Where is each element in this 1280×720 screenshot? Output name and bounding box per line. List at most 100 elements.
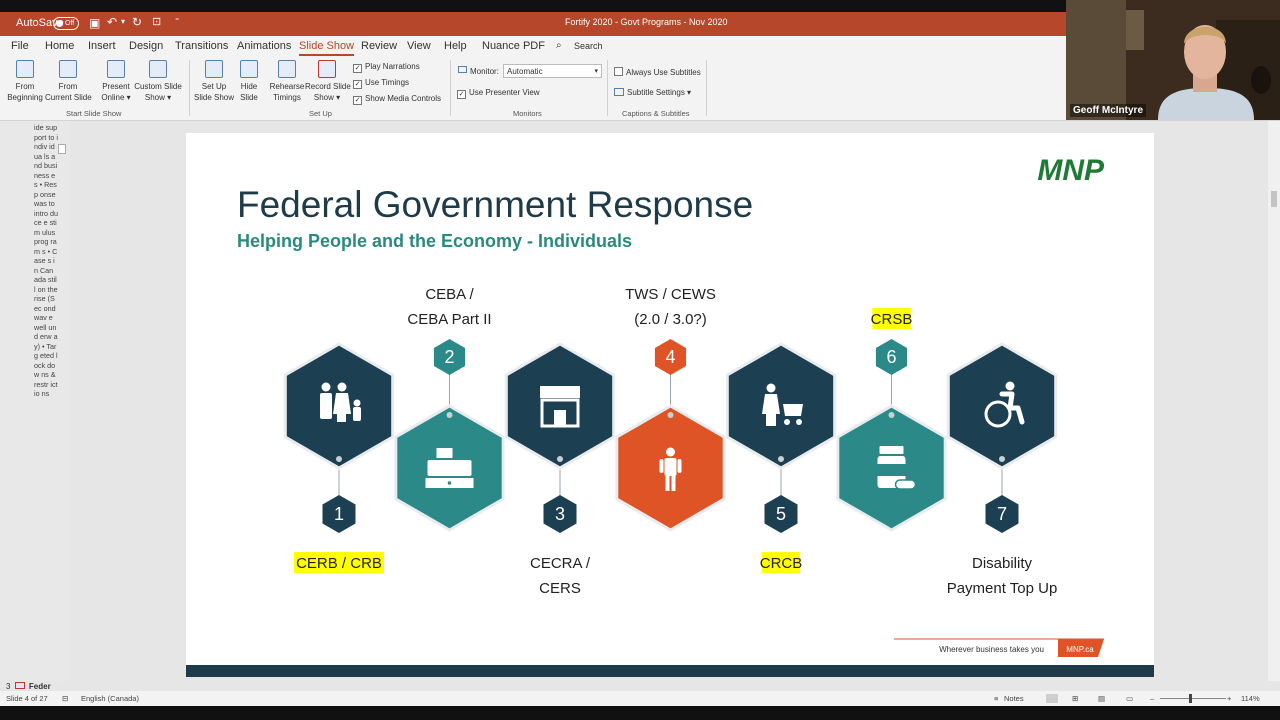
connector-dot [778, 456, 784, 462]
program-items: 1 CERB / CRB 2 CEBA / CEBA Part II 3 CECRA / CE… [283, 286, 1058, 597]
custom-show-line1: Custom Slide [134, 82, 182, 91]
checkbox-checked-icon: ✓ [457, 90, 466, 99]
ribbon-separator [189, 60, 190, 116]
tab-slide-show[interactable]: Slide Show [299, 40, 355, 56]
autosave-toggle[interactable]: Off [53, 17, 79, 30]
language-indicator[interactable]: English (Canada) [81, 694, 139, 703]
number-label-2: 2 [444, 347, 454, 367]
tab-home[interactable]: Home [45, 40, 74, 52]
number-label-3: 3 [555, 504, 565, 524]
subtitle-icon [614, 88, 624, 96]
show-media-label: Show Media Controls [365, 94, 442, 103]
present-online-line2: Online ▾ [101, 93, 131, 102]
program-label-2: CEBA / [425, 286, 474, 303]
program-label-2: CEBA Part II [407, 311, 491, 328]
program-label-7: Disability [972, 555, 1033, 572]
thumbnail-label: Feder [28, 682, 51, 691]
tab-insert[interactable]: Insert [88, 40, 116, 52]
search-box[interactable]: Search [574, 41, 603, 51]
vertical-scrollbar[interactable] [1268, 121, 1280, 681]
program-item-5: 5 CRCB [725, 342, 837, 573]
undo-icon[interactable]: ↶ [107, 15, 117, 29]
use-timings-checkbox[interactable]: ✓ Use Timings [353, 78, 409, 89]
program-item-4: 4 TWS / CEWS (2.0 / 3.0?) [615, 286, 726, 532]
chevron-down-icon: ▾ [594, 68, 598, 75]
number-label-6: 6 [886, 347, 896, 367]
ribbon-separator [450, 60, 451, 116]
notes-button[interactable]: Notes [1004, 694, 1024, 703]
tab-file[interactable]: File [11, 40, 29, 52]
slide-sorter-icon[interactable]: ⊞ [1072, 694, 1078, 703]
always-use-subtitles-checkbox[interactable]: Always Use Subtitles [614, 67, 701, 77]
participant-name: Geoff McIntyre [1070, 104, 1147, 117]
program-label-5: CRCB [760, 555, 803, 572]
record-slide-show-button[interactable]: Record Slide Show ▾ [305, 60, 351, 103]
footer-url: MNP.ca [1066, 645, 1094, 654]
zoom-slider-thumb[interactable] [1189, 694, 1192, 703]
tab-review[interactable]: Review [361, 40, 397, 52]
slide[interactable]: MNP Federal Government Response Helping … [186, 133, 1154, 677]
undo-dropdown-icon[interactable]: ▾ [121, 17, 125, 26]
custom-slide-show-button[interactable]: Custom Slide Show ▾ [134, 60, 182, 103]
outline-scroll-box[interactable] [58, 144, 66, 154]
customize-toolbar-icon[interactable]: ⁼ [175, 16, 179, 25]
save-icon[interactable]: ▣ [89, 16, 100, 30]
tab-animations[interactable]: Animations [237, 40, 291, 52]
search-icon[interactable]: ⌕ [556, 40, 562, 51]
tab-design[interactable]: Design [129, 40, 163, 52]
tab-help[interactable]: Help [444, 40, 467, 52]
redo-icon[interactable]: ↻ [132, 15, 142, 29]
thumbnail-icon [14, 682, 25, 689]
from-current-slide-button[interactable]: From Current Slide [45, 60, 92, 103]
tab-view[interactable]: View [407, 40, 431, 52]
present-online-line1: Present [102, 82, 130, 91]
screen-bottom-bar [0, 706, 1280, 720]
tab-nuance-pdf[interactable]: Nuance PDF [482, 40, 545, 52]
ribbon-separator [607, 60, 608, 116]
subtitle-settings-button[interactable]: Subtitle Settings ▾ [614, 88, 691, 97]
zoom-level[interactable]: 114% [1241, 694, 1260, 703]
normal-view-icon[interactable] [1046, 694, 1058, 703]
from-current-line2: Current Slide [45, 93, 92, 102]
zoom-slider[interactable] [1160, 698, 1226, 699]
connector-dot [446, 412, 453, 418]
checkbox-checked-icon: ✓ [353, 64, 362, 73]
rehearse-timings-button[interactable]: Rehearse Timings [267, 60, 307, 103]
hexagon-3 [504, 342, 616, 470]
program-label-7: Payment Top Up [947, 580, 1058, 597]
connector-dot [888, 412, 895, 418]
reading-view-icon[interactable]: ▤ [1098, 694, 1105, 703]
setup-show-line1: Set Up [201, 82, 227, 91]
program-label-3: CECRA / [530, 555, 591, 572]
rehearse-line1: Rehearse [269, 82, 305, 91]
subtitle-settings-label: Subtitle Settings ▾ [627, 88, 692, 97]
connector-dot [557, 456, 563, 462]
slide-count: Slide 4 of 27 [6, 694, 48, 703]
present-icon[interactable]: ⊡ [152, 15, 161, 28]
program-item-6: 6 CRSB [836, 308, 947, 532]
rehearse-line2: Timings [273, 93, 301, 102]
group-monitors: Monitors [513, 109, 542, 118]
notes-icon[interactable]: ≡ [994, 694, 998, 703]
use-presenter-view-checkbox[interactable]: ✓ Use Presenter View [457, 88, 540, 99]
status-bar: Slide 4 of 27 ⊟ English (Canada) ≡ Notes… [0, 691, 1280, 706]
program-label-4: (2.0 / 3.0?) [634, 311, 707, 328]
program-label-4: TWS / CEWS [625, 286, 716, 303]
slideshow-view-icon[interactable]: ▭ [1126, 694, 1133, 703]
monitor-select[interactable]: Automatic ▾ [503, 64, 602, 78]
set-up-slide-show-button[interactable]: Set Up Slide Show [192, 60, 236, 103]
number-label-7: 7 [997, 504, 1007, 524]
zoom-in-icon[interactable]: + [1227, 694, 1231, 703]
hide-slide-line1: Hide [240, 82, 258, 91]
zoom-out-icon[interactable]: – [1150, 694, 1154, 703]
show-media-controls-checkbox[interactable]: ✓ Show Media Controls [353, 94, 441, 105]
scroll-thumb[interactable] [1271, 191, 1277, 207]
from-beginning-line1: From [15, 82, 35, 91]
present-online-button[interactable]: Present Online ▾ [97, 60, 135, 103]
accessibility-icon[interactable]: ⊟ [62, 694, 68, 703]
from-beginning-button[interactable]: From Beginning [6, 60, 44, 103]
tab-transitions[interactable]: Transitions [175, 40, 228, 52]
monitor-label: Monitor: [470, 67, 499, 76]
play-narrations-checkbox[interactable]: ✓ Play Narrations [353, 62, 420, 73]
hide-slide-button[interactable]: Hide Slide [236, 60, 262, 103]
